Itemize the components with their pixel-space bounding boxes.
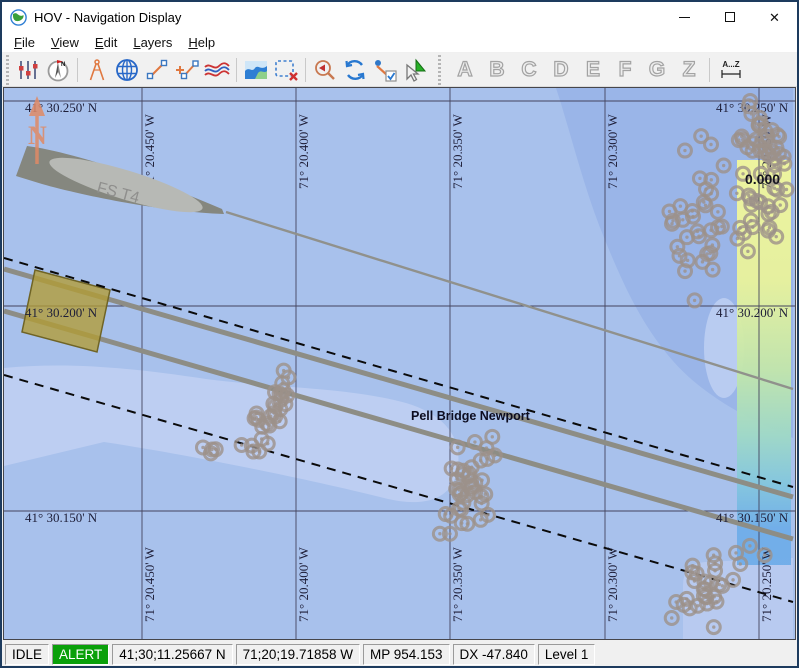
label-range-button[interactable]: A...Z [714, 55, 748, 85]
compass-icon: N [45, 57, 71, 83]
refresh-button[interactable] [340, 55, 370, 85]
clear-selection-button[interactable] [271, 55, 301, 85]
verify-line-icon [372, 57, 398, 83]
toolbar: N [2, 53, 797, 87]
toolbar-grip[interactable] [4, 55, 11, 85]
select-flag-button[interactable] [400, 55, 430, 85]
svg-text:71° 20.300' W: 71° 20.300' W [605, 113, 620, 189]
area-chart-button[interactable] [241, 55, 271, 85]
status-cell-2: 41;30;11.25667 N [112, 644, 232, 665]
svg-text:N: N [28, 121, 47, 150]
zoom-previous-icon [312, 57, 338, 83]
letter-button-G[interactable]: G [644, 58, 670, 82]
letter-button-B[interactable]: B [484, 58, 510, 82]
filter-sliders-icon [16, 58, 40, 82]
menu-bar: File View Edit Layers Help [2, 32, 797, 53]
measure-line-icon [145, 58, 169, 82]
status-bar: IDLEALERT41;30;11.25667 N71;20;19.71858 … [2, 640, 797, 666]
letter-button-F[interactable]: F [612, 58, 638, 82]
svg-text:N: N [61, 62, 65, 68]
svg-text:71° 20.450' W: 71° 20.450' W [142, 546, 157, 622]
zoom-previous-button[interactable] [310, 55, 340, 85]
globe-icon [114, 57, 140, 83]
svg-text:71° 20.350' W: 71° 20.350' W [450, 546, 465, 622]
toolbar-grip-2[interactable] [436, 55, 443, 85]
refresh-icon [342, 57, 368, 83]
label-range-text: A...Z [722, 61, 739, 69]
navigation-map[interactable]: 41° 30.250' N41° 30.250' N41° 30.200' N4… [3, 87, 796, 640]
map-canvas[interactable]: 41° 30.250' N41° 30.250' N41° 30.200' N4… [4, 88, 795, 639]
clear-selection-icon [273, 58, 299, 82]
select-flag-icon [402, 57, 428, 83]
svg-text:41° 30.200' N: 41° 30.200' N [716, 305, 789, 320]
band-value-label: 0.000 [745, 171, 780, 187]
menu-file[interactable]: File [6, 33, 43, 52]
close-icon: ✕ [769, 11, 780, 24]
area-chart-icon [243, 58, 269, 82]
compass-button[interactable]: N [43, 55, 73, 85]
measure-line-button[interactable] [142, 55, 172, 85]
svg-text:71° 20.300' W: 71° 20.300' W [605, 546, 620, 622]
title-bar: HOV - Navigation Display ✕ [2, 2, 797, 32]
maximize-button[interactable] [707, 2, 752, 32]
minimize-button[interactable] [662, 2, 707, 32]
svg-text:71° 20.400' W: 71° 20.400' W [296, 113, 311, 189]
add-line-icon [174, 58, 200, 82]
filter-sliders-button[interactable] [13, 55, 43, 85]
menu-edit[interactable]: Edit [87, 33, 125, 52]
svg-text:41° 30.150' N: 41° 30.150' N [25, 510, 98, 525]
window-title: HOV - Navigation Display [34, 10, 181, 25]
letter-button-A[interactable]: A [452, 58, 478, 82]
svg-text:41° 30.200' N: 41° 30.200' N [25, 305, 98, 320]
label-range-icon [719, 69, 743, 79]
menu-layers[interactable]: Layers [125, 33, 180, 52]
status-cell-0: IDLE [5, 644, 49, 665]
close-button[interactable]: ✕ [752, 2, 797, 32]
status-cell-6: Level 1 [538, 644, 596, 665]
minimize-icon [679, 17, 690, 18]
letter-button-Z[interactable]: Z [676, 58, 702, 82]
bridge-label: Pell Bridge Newport [411, 409, 531, 423]
status-cell-4: MP 954.153 [363, 644, 450, 665]
app-globe-icon [10, 9, 27, 26]
svg-text:41° 30.150' N: 41° 30.150' N [716, 510, 789, 525]
add-line-button[interactable] [172, 55, 202, 85]
verify-line-button[interactable] [370, 55, 400, 85]
letter-button-D[interactable]: D [548, 58, 574, 82]
currents-button[interactable] [202, 55, 232, 85]
menu-view[interactable]: View [43, 33, 87, 52]
letter-button-C[interactable]: C [516, 58, 542, 82]
divider-tool-button[interactable] [82, 55, 112, 85]
svg-text:71° 20.350' W: 71° 20.350' W [450, 113, 465, 189]
svg-text:71° 20.400' W: 71° 20.400' W [296, 546, 311, 622]
status-cell-1: ALERT [52, 644, 109, 665]
maximize-icon [725, 12, 735, 22]
divider-tool-icon [85, 58, 109, 82]
app-window: HOV - Navigation Display ✕ File View Edi… [0, 0, 799, 668]
menu-help[interactable]: Help [180, 33, 223, 52]
status-cell-5: DX -47.840 [453, 644, 535, 665]
status-cell-3: 71;20;19.71858 W [236, 644, 360, 665]
letter-button-E[interactable]: E [580, 58, 606, 82]
globe-button[interactable] [112, 55, 142, 85]
currents-icon [203, 58, 231, 82]
